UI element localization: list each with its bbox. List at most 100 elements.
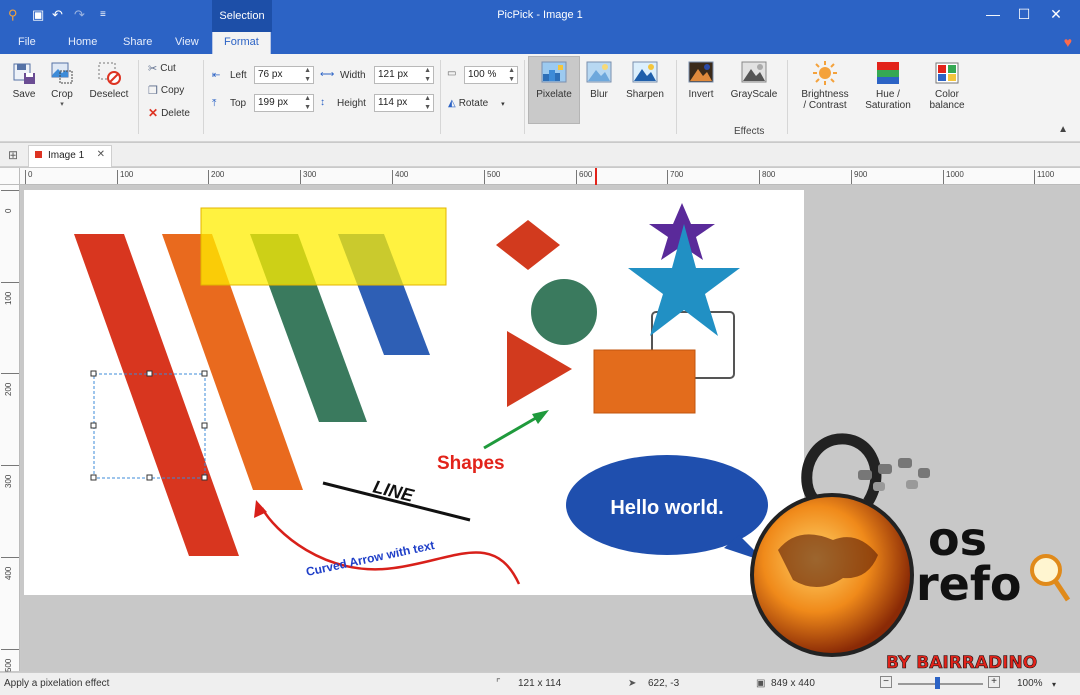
diamond-shape[interactable] [496, 220, 560, 270]
left-field[interactable]: 76 px ▲ ▼ [254, 66, 314, 84]
zoom-in-button[interactable]: + [988, 676, 1000, 688]
document-tabs: ⊞ Image 1 ✕ [0, 143, 1080, 167]
deselect-label: Deselect [89, 89, 129, 100]
spinner-arrows-icon[interactable]: ▲ ▼ [304, 66, 311, 84]
width-label: Width [340, 70, 366, 81]
zoom-field[interactable]: 100 % ▲ ▼ [464, 66, 518, 84]
height-field[interactable]: 114 px ▲ ▼ [374, 94, 434, 112]
rotate-icon: ◭ [448, 98, 456, 109]
effects-group-label: Effects [734, 126, 765, 137]
save-button[interactable]: Save [8, 60, 40, 100]
brightness-contrast-button[interactable]: Brightness / Contrast [795, 60, 855, 111]
rotate-button[interactable]: ◭ Rotate ▾ [448, 98, 505, 109]
arrowhead-icon [532, 410, 549, 424]
ruler-tick: 400 [392, 170, 408, 184]
invert-icon [688, 60, 714, 86]
tab-format[interactable]: Format [212, 32, 271, 54]
zoom-dropdown-icon[interactable]: ▾ [1052, 680, 1056, 689]
heart-icon[interactable]: ♥ [1064, 34, 1072, 50]
deselect-button[interactable]: Deselect [88, 60, 130, 100]
svg-text:refo: refo [916, 557, 1022, 611]
tab-file[interactable]: File [18, 36, 36, 48]
maximize-button[interactable]: ☐ [1014, 6, 1034, 23]
image-size-icon: ▣ [756, 678, 766, 689]
image-size: 849 x 440 [771, 678, 815, 689]
blur-button[interactable]: Blur [584, 60, 614, 100]
width-field[interactable]: 121 px ▲ ▼ [374, 66, 434, 84]
spinner-arrows-icon[interactable]: ▲ ▼ [424, 94, 431, 112]
circle-shape[interactable] [531, 279, 597, 345]
spinner-arrows-icon[interactable]: ▲ ▼ [508, 66, 515, 84]
delete-icon: ✕ [148, 106, 159, 120]
minimize-button[interactable]: — [983, 6, 1003, 22]
grayscale-button[interactable]: GrayScale [727, 60, 781, 100]
status-hint: Apply a pixelation effect [4, 678, 110, 689]
ruler-tick: 300 [1, 465, 19, 488]
blue-star-shape[interactable] [628, 224, 740, 336]
pixelate-button[interactable]: Pixelate [532, 60, 576, 100]
window-title: PicPick - Image 1 [497, 9, 583, 21]
delete-button[interactable]: ✕ Delete [148, 106, 190, 120]
top-field[interactable]: 199 px ▲ ▼ [254, 94, 314, 112]
document-tab-image1[interactable]: Image 1 ✕ [28, 145, 112, 167]
ribbon-separator [676, 60, 677, 134]
invert-button[interactable]: Invert [684, 60, 718, 100]
magnifier-handle [1053, 580, 1071, 602]
ruler-tick: 100 [1, 282, 19, 305]
watermark-text: os refo [916, 512, 1022, 611]
ruler-tick: 500 [484, 170, 500, 184]
status-bar: Apply a pixelation effect ⌜ 121 x 114 ➤ … [0, 672, 1080, 695]
top-position-icon: ⤒ [212, 98, 217, 109]
sharpen-button[interactable]: Sharpen [622, 60, 668, 100]
color-balance-button[interactable]: Color balance [924, 60, 970, 111]
ruler-tick: 300 [300, 170, 316, 184]
selection-size-icon: ⌜ [496, 678, 501, 689]
tab-share[interactable]: Share [123, 36, 152, 48]
hue-saturation-button[interactable]: Hue / Saturation [860, 60, 916, 111]
grid-view-icon[interactable]: ⊞ [8, 148, 18, 162]
cut-button[interactable]: ✂ Cut [148, 62, 176, 75]
zoom-slider[interactable] [898, 683, 983, 685]
image-canvas[interactable]: Shapes LINE Curved Arrow with text Hello… [24, 190, 804, 595]
vertical-ruler: 0 100 200 300 400 500 [0, 185, 20, 672]
ruler-tick: 1100 [1034, 170, 1054, 184]
left-label: Left [230, 70, 247, 81]
spinner-arrows-icon[interactable]: ▲ ▼ [304, 94, 311, 112]
scissors-icon: ✂ [148, 63, 158, 75]
zoom-level[interactable]: 100% [1017, 678, 1043, 689]
orange-rectangle-shape[interactable] [593, 349, 696, 414]
shapes-label: Shapes [437, 453, 505, 474]
watermark-logo: os refo BY BAIRRADINO [750, 433, 1071, 673]
height-icon: ↕ [320, 97, 325, 108]
rotate-dropdown-icon: ▾ [501, 100, 505, 108]
zoom-out-button[interactable]: − [880, 676, 892, 688]
sharpen-icon [632, 60, 658, 86]
hue-icon [875, 60, 901, 86]
close-tab-icon[interactable]: ✕ [97, 149, 105, 160]
green-arrow-shape[interactable] [483, 413, 542, 450]
tab-view[interactable]: View [175, 36, 199, 48]
ruler-tick: 200 [1, 373, 19, 396]
save-label: Save [12, 89, 36, 100]
spinner-arrows-icon[interactable]: ▲ ▼ [424, 66, 431, 84]
close-button[interactable]: ✕ [1046, 6, 1066, 23]
ruler-tick: 500 [1, 649, 19, 672]
yellow-rectangle-shape[interactable] [200, 207, 447, 286]
cursor-icon: ➤ [628, 678, 637, 689]
color-balance-icon [934, 60, 960, 86]
pixelate-icon [541, 60, 567, 86]
selection-size: 121 x 114 [518, 678, 562, 689]
crop-icon [49, 60, 75, 86]
ribbon-separator [524, 60, 525, 134]
ruler-tick: 600 [576, 170, 592, 184]
collapse-ribbon-icon[interactable]: ▲ [1058, 124, 1068, 135]
copy-button[interactable]: ❐ Copy [148, 84, 184, 97]
zoom-slider-thumb[interactable] [935, 677, 940, 689]
canvas-drawing: Shapes LINE Curved Arrow with text Hello… [74, 203, 768, 585]
crop-button[interactable]: Crop ▾ [46, 60, 78, 108]
ruler-tick: 700 [667, 170, 683, 184]
tab-home[interactable]: Home [68, 36, 97, 48]
ruler-corner [0, 168, 20, 185]
top-label: Top [230, 98, 247, 109]
crop-dropdown-icon: ▾ [60, 101, 64, 108]
